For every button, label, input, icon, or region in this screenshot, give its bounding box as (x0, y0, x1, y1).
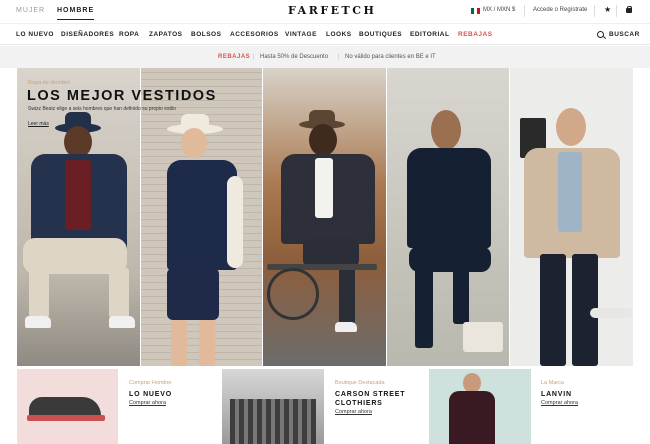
nav-item-accesorios[interactable]: ACCESORIOS (230, 31, 279, 38)
hero-tag: Ropa de Hombre (28, 80, 70, 86)
account-link[interactable]: Accede o Regístrate (533, 7, 587, 13)
star-icon[interactable]: ★ (604, 5, 611, 14)
card-title: LANVIN (541, 391, 572, 398)
hero-photo-3 (263, 68, 386, 366)
divider (616, 5, 617, 17)
currency-selector[interactable]: MX / MXN $ (483, 7, 515, 13)
nav-item-zapatos[interactable]: ZAPATOS (149, 31, 182, 38)
model-figure (141, 68, 262, 366)
nav-item-lo-nuevo[interactable]: LO NUEVO (16, 31, 54, 38)
hero-photo-2 (141, 68, 262, 366)
gender-tab-mujer[interactable]: MUJER (16, 7, 45, 14)
card-shop-link[interactable]: Comprar ahora (541, 400, 578, 406)
farfetch-logo[interactable]: FARFETCH (288, 4, 376, 17)
card-image-lanvin[interactable] (429, 369, 531, 444)
promo-note: No válido para clientes en BE e IT (345, 54, 436, 60)
card-lo-nuevo[interactable]: Comprar Hombre LO NUEVO Comprar ahora (129, 369, 219, 444)
hero-title: LOS MEJOR VESTIDOS (27, 88, 217, 104)
nav-item-looks[interactable]: LOOKS (326, 31, 352, 38)
model-figure (510, 68, 633, 366)
gender-tab-hombre[interactable]: HOMBRE (57, 7, 95, 20)
sneaker-sole (27, 415, 105, 421)
model-figure (387, 68, 509, 366)
card-title: CARSON STREET CLOTHIERS (335, 391, 406, 407)
card-lanvin[interactable]: La Marca LANVIN Comprar ahora (541, 369, 631, 444)
card-carson-street[interactable]: Boutique Destacada CARSON STREET CLOTHIE… (335, 369, 430, 444)
nav-item-vintage[interactable]: VINTAGE (285, 31, 317, 38)
promo-sale-label: REBAJAS (218, 54, 251, 60)
hero-read-more-link[interactable]: Leer más (28, 121, 49, 127)
main-nav: LO NUEVO DISEÑADORES ROPA ZAPATOS BOLSOS… (0, 23, 650, 45)
divider: | (338, 54, 340, 60)
promo-cards: Comprar Hombre LO NUEVO Comprar ahora Bo… (17, 369, 633, 444)
card-kicker: La Marca (541, 380, 564, 386)
promo-bar[interactable]: REBAJAS | Hasta 50% de Descuento | No vá… (0, 46, 650, 68)
model-figure (263, 68, 386, 366)
card-kicker: Comprar Hombre (129, 380, 172, 386)
card-image-boutique[interactable] (222, 369, 324, 444)
hero-photo-1 (17, 68, 140, 366)
nav-item-editorial[interactable]: EDITORIAL (410, 31, 449, 38)
model-tshirt (449, 391, 495, 444)
hero-photo-5 (510, 68, 633, 366)
nav-item-ropa[interactable]: ROPA (119, 31, 139, 38)
divider: | (253, 54, 255, 60)
card-title: LO NUEVO (129, 391, 172, 398)
boutique-racks-image (230, 399, 316, 444)
card-image-sneaker[interactable] (17, 369, 118, 444)
nav-item-bolsos[interactable]: BOLSOS (191, 31, 221, 38)
mexico-flag-icon[interactable] (471, 8, 480, 14)
model-figure (17, 68, 140, 366)
nav-item-disenadores[interactable]: DISEÑADORES (61, 31, 114, 38)
hero-photo-4 (387, 68, 509, 366)
divider (524, 5, 525, 17)
nav-item-boutiques[interactable]: BOUTIQUES (359, 31, 402, 38)
search-icon[interactable] (597, 31, 604, 38)
hero-subtitle: Swizz Beatz elige a seis hombres que han… (28, 106, 176, 112)
search-button[interactable]: BUSCAR (609, 31, 640, 38)
card-kicker: Boutique Destacada (335, 380, 385, 386)
hero-banner[interactable] (17, 68, 633, 366)
card-shop-link[interactable]: Comprar ahora (335, 409, 372, 415)
shopping-bag-icon[interactable] (626, 6, 632, 13)
nav-item-rebajas[interactable]: REBAJAS (458, 31, 493, 38)
model-head (463, 373, 481, 393)
card-shop-link[interactable]: Comprar ahora (129, 400, 166, 406)
promo-discount: Hasta 50% de Descuento (260, 54, 329, 60)
top-bar: MUJER HOMBRE FARFETCH MX / MXN $ Accede … (0, 0, 650, 22)
divider (594, 5, 595, 17)
